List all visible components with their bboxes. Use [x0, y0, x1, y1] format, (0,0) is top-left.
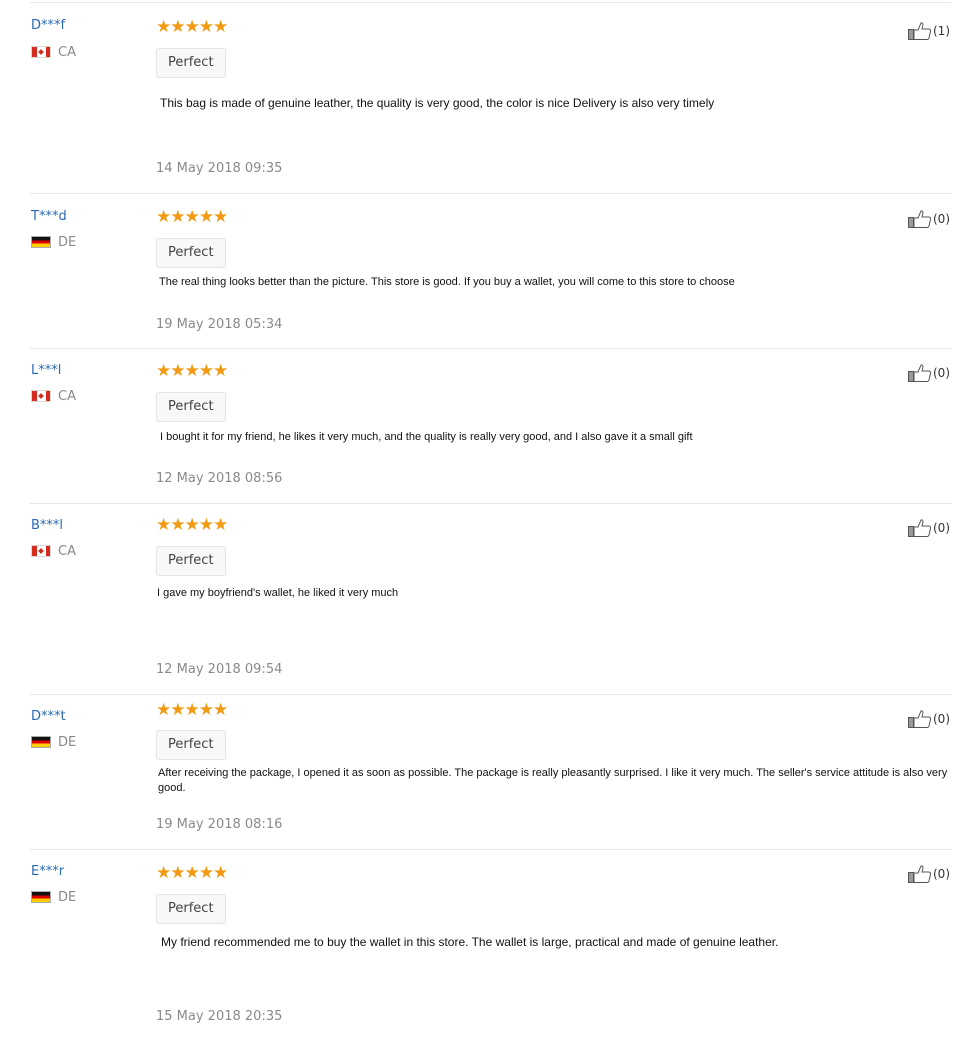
divider: [30, 503, 951, 504]
helpful-count: (0): [933, 212, 950, 226]
divider: [30, 348, 951, 349]
country-code: CA: [58, 44, 76, 60]
germany-flag-icon: [31, 891, 51, 903]
top-divider: [30, 2, 951, 3]
helpful-button[interactable]: (0): [908, 865, 950, 883]
thumbs-up-icon: [908, 22, 932, 40]
country-code: DE: [58, 234, 77, 250]
reviewer-country: CA: [31, 388, 76, 404]
review-item: B***l CA ★★★★★ Perfect I gave my boyfrie…: [0, 505, 977, 693]
reviewer-name[interactable]: T***d: [31, 209, 67, 224]
review-text: My friend recommended me to buy the wall…: [161, 935, 779, 949]
review-date: 19 May 2018 05:34: [156, 317, 283, 332]
reviewer-name[interactable]: E***r: [31, 864, 64, 879]
reviewer-name[interactable]: B***l: [31, 518, 63, 533]
country-code: DE: [58, 889, 77, 905]
thumbs-up-icon: [908, 710, 932, 728]
review-separator: [0, 849, 977, 850]
helpful-count: (1): [933, 24, 950, 38]
germany-flag-icon: [31, 236, 51, 248]
review-separator: [0, 694, 977, 695]
review-item: T***d DE ★★★★★ Perfect The real thing lo…: [0, 196, 977, 348]
helpful-count: (0): [933, 366, 950, 380]
review-date: 19 May 2018 08:16: [156, 817, 283, 832]
star-rating: ★★★★★: [156, 515, 228, 535]
star-rating: ★★★★★: [156, 863, 228, 883]
thumbs-up-icon: [908, 210, 932, 228]
helpful-count: (0): [933, 712, 950, 726]
thumbs-up-icon: [908, 865, 932, 883]
canada-flag-icon: [31, 545, 51, 557]
review-item: L***l CA ★★★★★ Perfect I bought it for m…: [0, 350, 977, 502]
reviewer-country: DE: [31, 889, 76, 905]
country-code: DE: [58, 734, 77, 750]
review-tag: Perfect: [156, 894, 226, 924]
germany-flag-icon: [31, 736, 51, 748]
country-code: CA: [58, 388, 76, 404]
review-text: I gave my boyfriend's wallet, he liked i…: [157, 587, 399, 599]
star-rating: ★★★★★: [156, 361, 228, 381]
canada-flag-icon: [31, 46, 51, 58]
helpful-button[interactable]: (1): [908, 22, 950, 40]
helpful-button[interactable]: (0): [908, 710, 950, 728]
review-tag: Perfect: [156, 48, 226, 78]
review-date: 12 May 2018 08:56: [156, 471, 283, 486]
review-date: 15 May 2018 20:35: [156, 1009, 283, 1024]
star-rating: ★★★★★: [156, 700, 228, 720]
star-rating: ★★★★★: [156, 17, 228, 37]
review-text: I bought it for my friend, he likes it v…: [160, 431, 693, 443]
review-text: This bag is made of genuine leather, the…: [160, 96, 715, 110]
divider: [30, 694, 951, 695]
review-separator: [0, 503, 977, 504]
reviewer-name[interactable]: D***f: [31, 18, 65, 33]
star-rating: ★★★★★: [156, 207, 228, 227]
review-date: 14 May 2018 09:35: [156, 161, 283, 176]
country-code: CA: [58, 543, 76, 559]
reviewer-country: CA: [31, 44, 76, 60]
review-text: The real thing looks better than the pic…: [159, 276, 735, 288]
helpful-count: (0): [933, 521, 950, 535]
thumbs-up-icon: [908, 364, 932, 382]
reviewer-name[interactable]: L***l: [31, 363, 61, 378]
review-separator: [0, 348, 977, 349]
reviewer-country: DE: [31, 234, 76, 250]
review-separator: [0, 193, 977, 194]
helpful-button[interactable]: (0): [908, 210, 950, 228]
helpful-count: (0): [933, 867, 950, 881]
review-text: After receiving the package, I opened it…: [158, 767, 948, 794]
review-item: D***f CA ★★★★★ Perfect This bag is made …: [0, 4, 977, 194]
review-tag: Perfect: [156, 546, 226, 576]
divider: [30, 849, 951, 850]
review-item: D***t DE ★★★★★ Perfect After receiving t…: [0, 696, 977, 849]
review-date: 12 May 2018 09:54: [156, 662, 283, 677]
reviewer-country: DE: [31, 734, 76, 750]
review-item: E***r DE ★★★★★ Perfect My friend recomme…: [0, 851, 977, 1039]
reviewer-name[interactable]: D***t: [31, 709, 66, 724]
review-tag: Perfect: [156, 392, 226, 422]
thumbs-up-icon: [908, 519, 932, 537]
review-tag: Perfect: [156, 238, 226, 268]
review-tag: Perfect: [156, 730, 226, 760]
helpful-button[interactable]: (0): [908, 519, 950, 537]
canada-flag-icon: [31, 390, 51, 402]
divider: [30, 193, 951, 194]
reviewer-country: CA: [31, 543, 76, 559]
helpful-button[interactable]: (0): [908, 364, 950, 382]
